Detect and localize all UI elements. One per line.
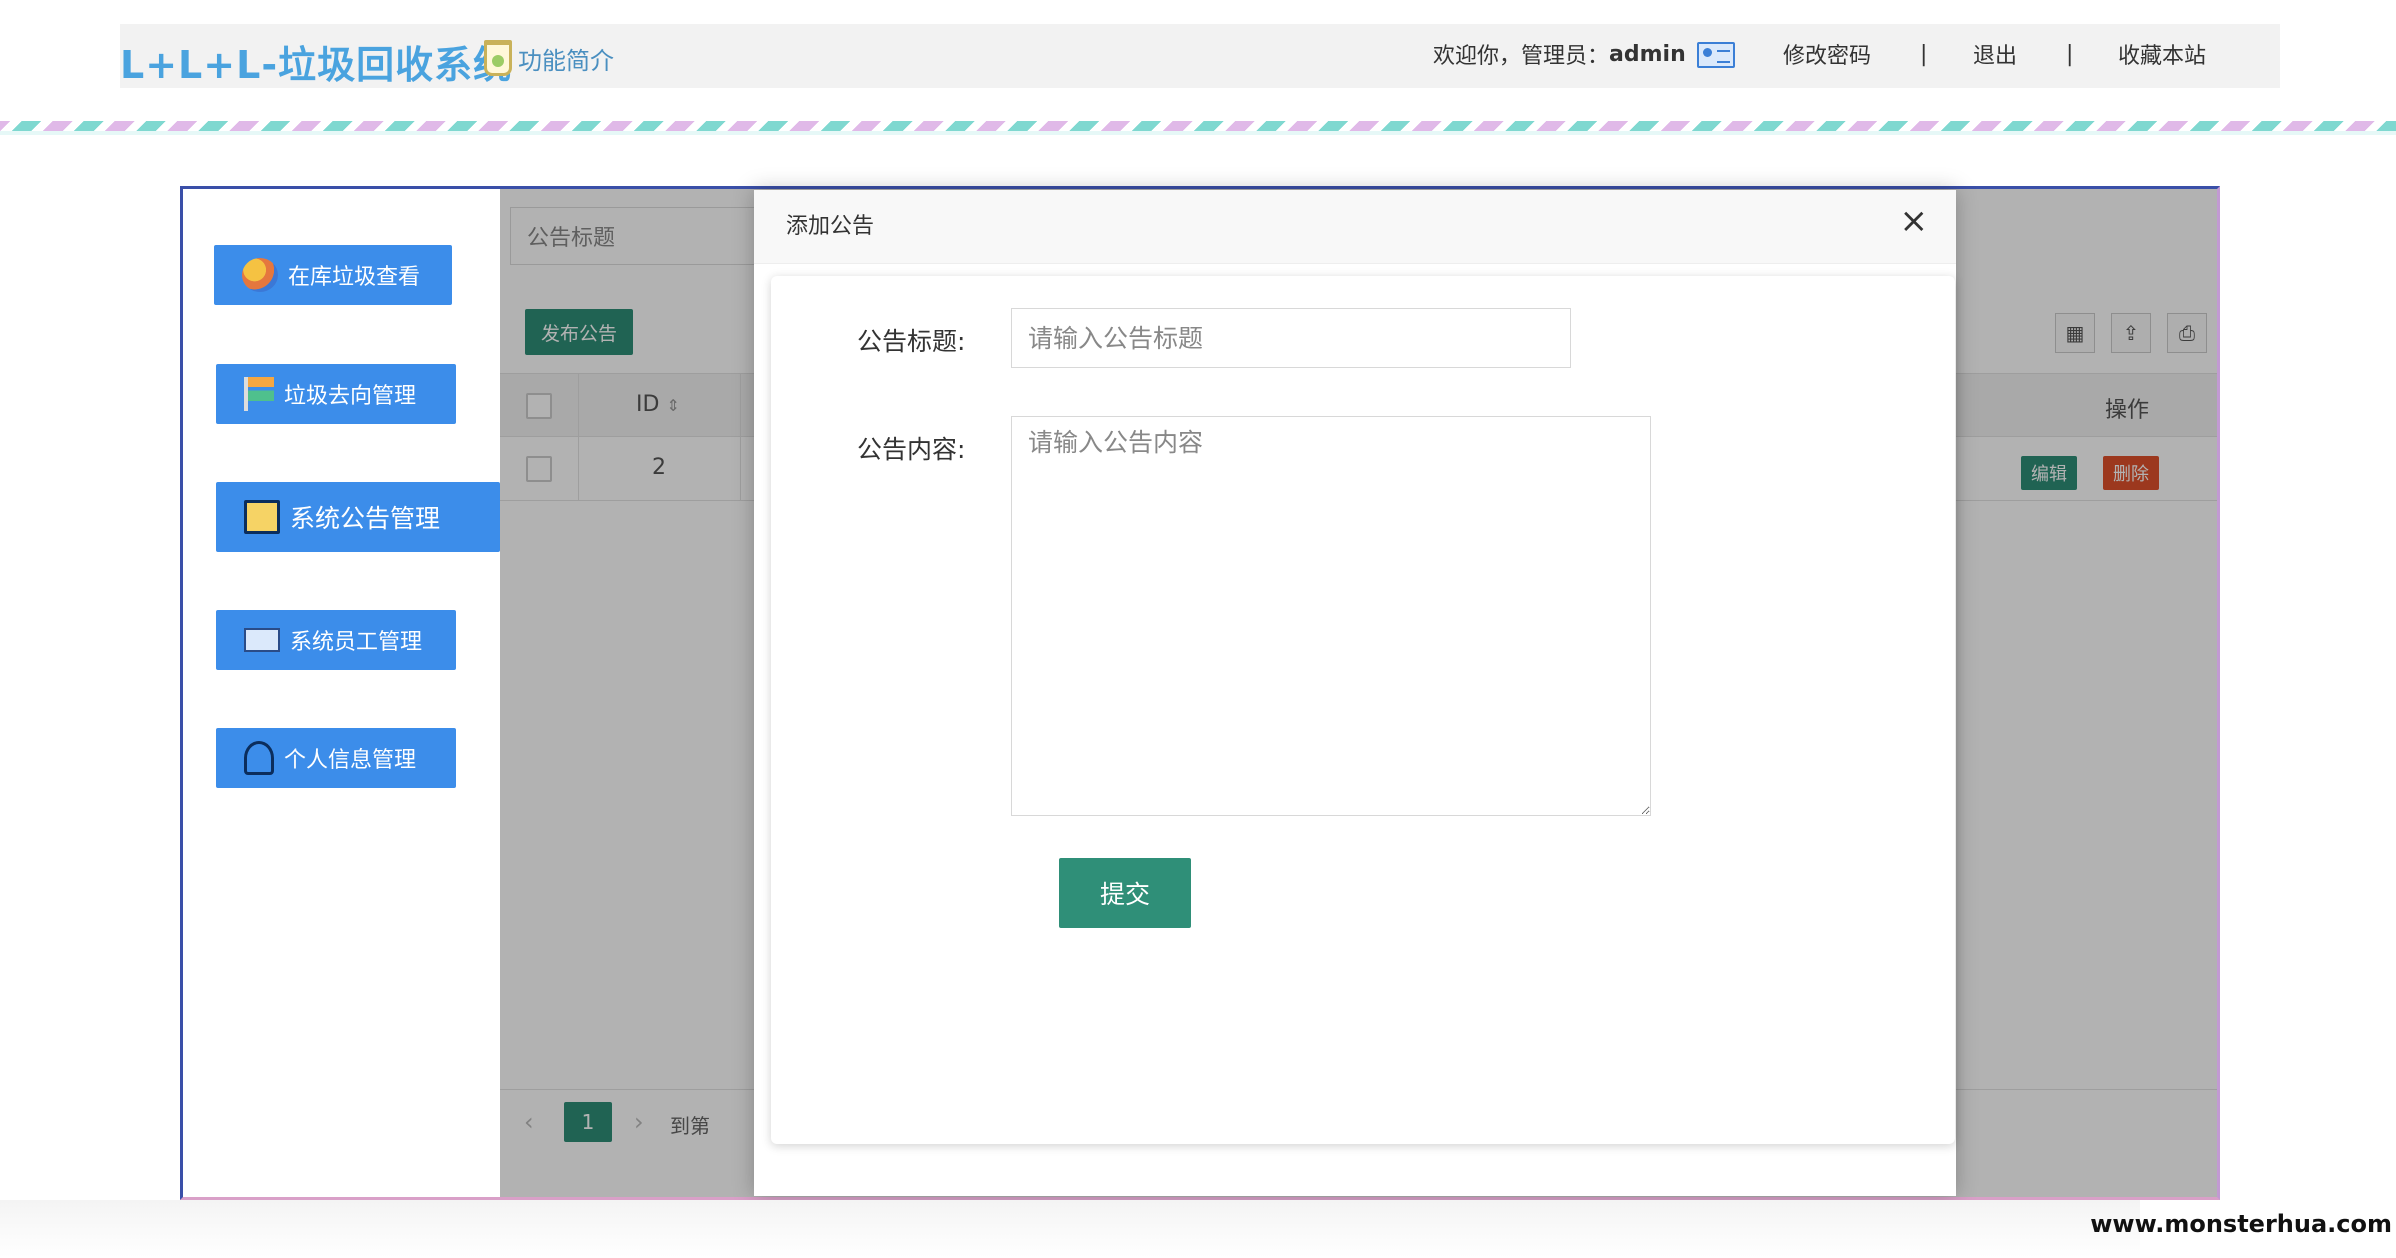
sidebar-item-label: 在库垃圾查看 <box>288 265 421 290</box>
sidebar-item-staff[interactable]: 系统员工管理 <box>216 610 456 670</box>
nav-separator: | <box>2066 41 2074 67</box>
announcement-title-input[interactable] <box>1011 308 1571 368</box>
favorite-link[interactable]: 收藏本站 <box>2118 38 2206 70</box>
close-icon[interactable]: × <box>1900 204 1929 238</box>
sidebar-item-label: 垃圾去向管理 <box>284 384 417 409</box>
sidebar-item-profile[interactable]: 个人信息管理 <box>216 728 456 788</box>
sidebar: 在库垃圾查看 垃圾去向管理 系统公告管理 系统员工管理 个人信息管理 <box>183 189 500 1197</box>
sidebar-item-label: 个人信息管理 <box>284 748 417 773</box>
change-password-link[interactable]: 修改密码 <box>1783 38 1871 70</box>
title-field-label: 公告标题: <box>857 327 966 356</box>
signpost-icon <box>244 377 274 411</box>
dialog-header: 添加公告 × <box>754 190 1956 264</box>
sidebar-item-destination[interactable]: 垃圾去向管理 <box>216 364 456 424</box>
welcome-prefix: 欢迎你，管理员： <box>1433 44 1610 69</box>
globe-icon <box>242 258 278 292</box>
brand-title: L+L+L-垃圾回收系统 <box>120 43 513 87</box>
sidebar-item-announcements[interactable]: 系统公告管理 <box>216 482 500 552</box>
trash-cup-icon <box>484 40 512 76</box>
sidebar-item-label: 系统员工管理 <box>290 630 423 655</box>
id-card-icon <box>1697 42 1735 68</box>
nav-separator: | <box>1920 41 1928 67</box>
folder-image-icon <box>244 500 280 534</box>
submit-button[interactable]: 提交 <box>1059 858 1191 928</box>
username: admin <box>1609 41 1686 67</box>
intro-link[interactable]: 功能简介 <box>484 38 614 78</box>
dialog-form: 公告标题: 公告内容: 提交 <box>771 276 1955 1144</box>
page-bottom-shadow <box>0 1200 2140 1258</box>
content-field-label: 公告内容: <box>857 435 966 464</box>
person-icon <box>244 741 274 775</box>
dialog-title: 添加公告 <box>786 214 875 239</box>
id-card-icon <box>244 628 280 652</box>
decorative-stripe-shadow <box>0 131 2396 135</box>
announcement-content-textarea[interactable] <box>1011 416 1651 816</box>
welcome-text: 欢迎你，管理员： admin <box>1433 38 1686 70</box>
sidebar-item-label: 系统公告管理 <box>290 504 441 533</box>
sidebar-item-inventory[interactable]: 在库垃圾查看 <box>214 245 452 305</box>
decorative-stripe <box>0 121 2396 131</box>
add-announcement-dialog: 添加公告 × 公告标题: 公告内容: 提交 <box>754 190 1956 1196</box>
logout-link[interactable]: 退出 <box>1973 38 2017 70</box>
intro-label: 功能简介 <box>518 46 614 75</box>
watermark: www.monsterhua.com <box>2090 1210 2392 1238</box>
